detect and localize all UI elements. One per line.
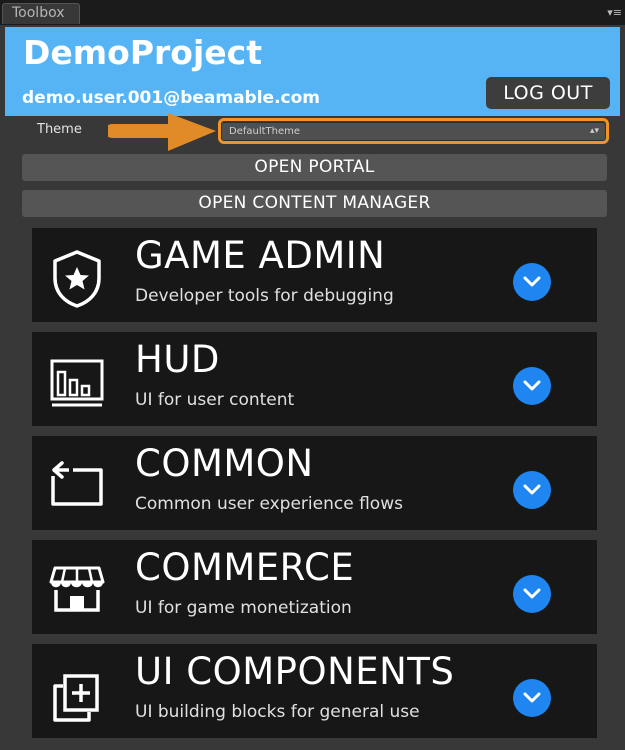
toolbox-tab[interactable]: Toolbox xyxy=(2,3,80,24)
open-portal-button[interactable]: OPEN PORTAL xyxy=(22,154,607,181)
expand-button[interactable] xyxy=(513,679,551,717)
chevron-down-icon xyxy=(523,276,541,287)
add-layers-icon xyxy=(49,664,105,726)
account-header: DemoProject demo.user.001@beamable.com L… xyxy=(5,27,620,116)
user-email: demo.user.001@beamable.com xyxy=(22,88,321,108)
section-title: COMMON xyxy=(135,442,314,485)
section-title: HUD xyxy=(135,338,220,381)
chevron-down-icon xyxy=(523,692,541,703)
section-title: COMMERCE xyxy=(135,546,355,589)
section-description: Developer tools for debugging xyxy=(135,286,394,306)
shield-star-icon xyxy=(49,248,105,310)
chevron-down-icon xyxy=(523,484,541,495)
section-card-game-admin[interactable]: GAME ADMIN Developer tools for debugging xyxy=(32,228,597,322)
hud-bars-icon xyxy=(49,352,105,414)
section-card-hud[interactable]: HUD UI for user content xyxy=(32,332,597,426)
window-tab-bar: Toolbox ▾≡ xyxy=(0,0,625,25)
chevron-down-icon xyxy=(523,588,541,599)
logout-button[interactable]: LOG OUT xyxy=(486,77,610,109)
storefront-icon xyxy=(49,560,105,622)
section-card-ui-components[interactable]: UI COMPONENTS UI building blocks for gen… xyxy=(32,644,597,738)
arrow-annotation-icon xyxy=(108,113,216,151)
chevron-down-icon xyxy=(523,380,541,391)
theme-label: Theme xyxy=(37,122,82,137)
section-description: UI building blocks for general use xyxy=(135,702,420,722)
expand-button[interactable] xyxy=(513,471,551,509)
project-name: DemoProject xyxy=(23,33,262,72)
section-description: Common user experience flows xyxy=(135,494,403,514)
expand-button[interactable] xyxy=(513,575,551,613)
section-card-common[interactable]: COMMON Common user experience flows xyxy=(32,436,597,530)
return-frame-icon xyxy=(49,456,105,518)
expand-button[interactable] xyxy=(513,367,551,405)
section-description: UI for user content xyxy=(135,390,295,410)
section-title: GAME ADMIN xyxy=(135,234,386,277)
theme-highlight-box xyxy=(218,118,609,144)
expand-button[interactable] xyxy=(513,263,551,301)
section-description: UI for game monetization xyxy=(135,598,352,618)
section-title: UI COMPONENTS xyxy=(135,650,455,693)
section-card-commerce[interactable]: COMMERCE UI for game monetization xyxy=(32,540,597,634)
tab-menu-icon[interactable]: ▾≡ xyxy=(604,7,622,19)
toolbox-panel: DemoProject demo.user.001@beamable.com L… xyxy=(0,25,625,750)
open-content-manager-button[interactable]: OPEN CONTENT MANAGER xyxy=(22,190,607,217)
